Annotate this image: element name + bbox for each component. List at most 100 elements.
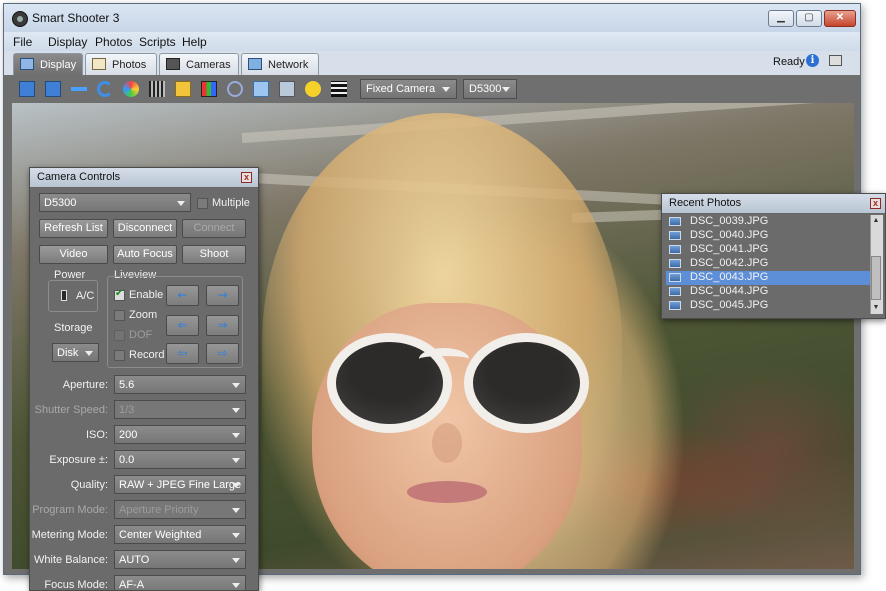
- camera-select-dropdown[interactable]: D5300: [39, 193, 191, 212]
- arrow-right-icon: →: [217, 288, 228, 302]
- image-file-icon: [669, 217, 681, 226]
- info-icon[interactable]: i: [806, 54, 819, 67]
- storage-dropdown[interactable]: Disk: [52, 343, 99, 362]
- refresh-list-button[interactable]: Refresh List: [39, 219, 108, 238]
- chevron-down-icon: [232, 483, 240, 488]
- liveview-dof-label: DOF: [129, 329, 153, 341]
- iso-label: ISO:: [85, 429, 108, 441]
- quality-dropdown[interactable]: RAW + JPEG Fine Large: [114, 475, 246, 494]
- tab-network[interactable]: Network: [241, 53, 319, 75]
- camera-model-dropdown[interactable]: D5300: [463, 79, 517, 99]
- multiple-checkbox[interactable]: [197, 198, 208, 209]
- camera-select-value: D5300: [44, 197, 77, 209]
- scroll-up-icon[interactable]: ▲: [871, 216, 881, 226]
- white-balance-dropdown[interactable]: AUTO: [114, 550, 246, 569]
- rotate-icon[interactable]: [97, 81, 113, 97]
- camera-controls-panel: Camera Controls x D5300 Multiple Refresh…: [29, 167, 259, 591]
- multiple-label: Multiple: [212, 197, 250, 209]
- connect-button[interactable]: Connect: [182, 219, 246, 238]
- camera-mode-dropdown[interactable]: Fixed Camera: [360, 79, 457, 99]
- menu-help[interactable]: Help: [182, 35, 207, 49]
- qr-code-icon[interactable]: [331, 81, 347, 97]
- title-bar[interactable]: Smart Shooter 3 ▁ ▢ ✕: [4, 4, 860, 32]
- menu-photos[interactable]: Photos: [95, 35, 132, 49]
- focus-near-large-button[interactable]: ⇦: [166, 343, 199, 364]
- sunglasses-lens-right: [464, 333, 589, 433]
- monitor-icon: [20, 58, 34, 70]
- image-icon[interactable]: [279, 81, 295, 97]
- battery-icon: [61, 290, 67, 301]
- photo-filename: DSC_0040.JPG: [690, 229, 769, 241]
- focus-far-large-button[interactable]: ⇨: [206, 343, 239, 364]
- arrow-right-icon: ⇒: [217, 318, 228, 332]
- chevron-down-icon: [177, 201, 185, 206]
- window-large-icon[interactable]: [45, 81, 61, 97]
- camera-controls-title-bar[interactable]: Camera Controls x: [30, 168, 258, 188]
- focus-far-small-button[interactable]: →: [206, 285, 239, 306]
- close-icon[interactable]: x: [870, 198, 881, 209]
- recent-photos-title-bar[interactable]: Recent Photos x: [662, 194, 885, 214]
- camera-controls-title: Camera Controls: [37, 171, 121, 183]
- photo-list-item[interactable]: DSC_0044.JPG: [666, 285, 870, 299]
- photo-list-item[interactable]: DSC_0041.JPG: [666, 243, 870, 257]
- image-file-icon: [669, 273, 681, 282]
- iso-dropdown[interactable]: 200: [114, 425, 246, 444]
- liveview-dof-checkbox[interactable]: [114, 330, 125, 341]
- scroll-down-icon[interactable]: ▼: [871, 303, 881, 313]
- white-balance-value: AUTO: [119, 554, 150, 566]
- scroll-thumb[interactable]: [871, 256, 881, 300]
- grid-icon[interactable]: [149, 81, 165, 97]
- zoom-icon[interactable]: [227, 81, 243, 97]
- focus-near-small-button[interactable]: ←: [166, 285, 199, 306]
- tab-cameras[interactable]: Cameras: [159, 53, 239, 75]
- histogram-icon[interactable]: [201, 81, 217, 97]
- liveview-zoom-checkbox[interactable]: [114, 310, 125, 321]
- photo-list-item[interactable]: DSC_0039.JPG: [666, 215, 870, 229]
- overlay-icon[interactable]: [175, 81, 191, 97]
- menu-scripts[interactable]: Scripts: [139, 35, 176, 49]
- network-icon: [248, 58, 262, 70]
- menu-display[interactable]: Display: [48, 35, 87, 49]
- liveview-record-checkbox[interactable]: [114, 350, 125, 361]
- metering-mode-value: Center Weighted: [119, 529, 202, 541]
- auto-focus-button[interactable]: Auto Focus: [113, 245, 177, 264]
- photo-list-item-selected[interactable]: DSC_0043.JPG: [666, 271, 870, 285]
- close-button[interactable]: ✕: [824, 10, 856, 27]
- focus-point-icon[interactable]: [253, 81, 269, 97]
- liveview-enable-checkbox[interactable]: [114, 288, 125, 301]
- tab-bar: Display Photos Cameras Network: [4, 51, 860, 76]
- tab-network-label: Network: [268, 59, 309, 71]
- focus-near-medium-button[interactable]: ⇐: [166, 315, 199, 336]
- photo-list-item[interactable]: DSC_0042.JPG: [666, 257, 870, 271]
- focus-far-medium-button[interactable]: ⇒: [206, 315, 239, 336]
- status-text: Ready: [773, 56, 805, 68]
- arrow-left-icon: ⇦: [177, 346, 188, 360]
- color-wheel-icon[interactable]: [123, 81, 139, 97]
- exposure-label: Exposure ±:: [49, 454, 108, 466]
- disconnect-button[interactable]: Disconnect: [113, 219, 177, 238]
- arrow-left-icon: ←: [177, 288, 188, 302]
- program-mode-value: Aperture Priority: [119, 504, 199, 516]
- panel-toggle-icon[interactable]: [829, 55, 842, 66]
- menu-file[interactable]: File: [13, 35, 32, 49]
- close-icon[interactable]: x: [241, 172, 252, 183]
- photo-list-item[interactable]: DSC_0045.JPG: [666, 299, 870, 313]
- video-button[interactable]: Video: [39, 245, 108, 264]
- photo-filename: DSC_0041.JPG: [690, 243, 769, 255]
- photo-list-item[interactable]: DSC_0040.JPG: [666, 229, 870, 243]
- exposure-dropdown[interactable]: 0.0: [114, 450, 246, 469]
- tab-photos[interactable]: Photos: [85, 53, 157, 75]
- minimize-button[interactable]: ▁: [768, 10, 794, 27]
- shoot-button[interactable]: Shoot: [182, 245, 246, 264]
- camera-model-value: D5300: [469, 83, 502, 95]
- image-file-icon: [669, 231, 681, 240]
- metering-mode-dropdown[interactable]: Center Weighted: [114, 525, 246, 544]
- program-mode-dropdown[interactable]: Aperture Priority: [114, 500, 246, 519]
- aperture-dropdown[interactable]: 5.6: [114, 375, 246, 394]
- highlight-icon[interactable]: [305, 81, 321, 97]
- fit-width-icon[interactable]: [71, 87, 87, 91]
- tab-display[interactable]: Display: [13, 53, 83, 75]
- shutter-speed-dropdown[interactable]: 1/3: [114, 400, 246, 419]
- maximize-button[interactable]: ▢: [796, 10, 822, 27]
- window-small-icon[interactable]: [19, 81, 35, 97]
